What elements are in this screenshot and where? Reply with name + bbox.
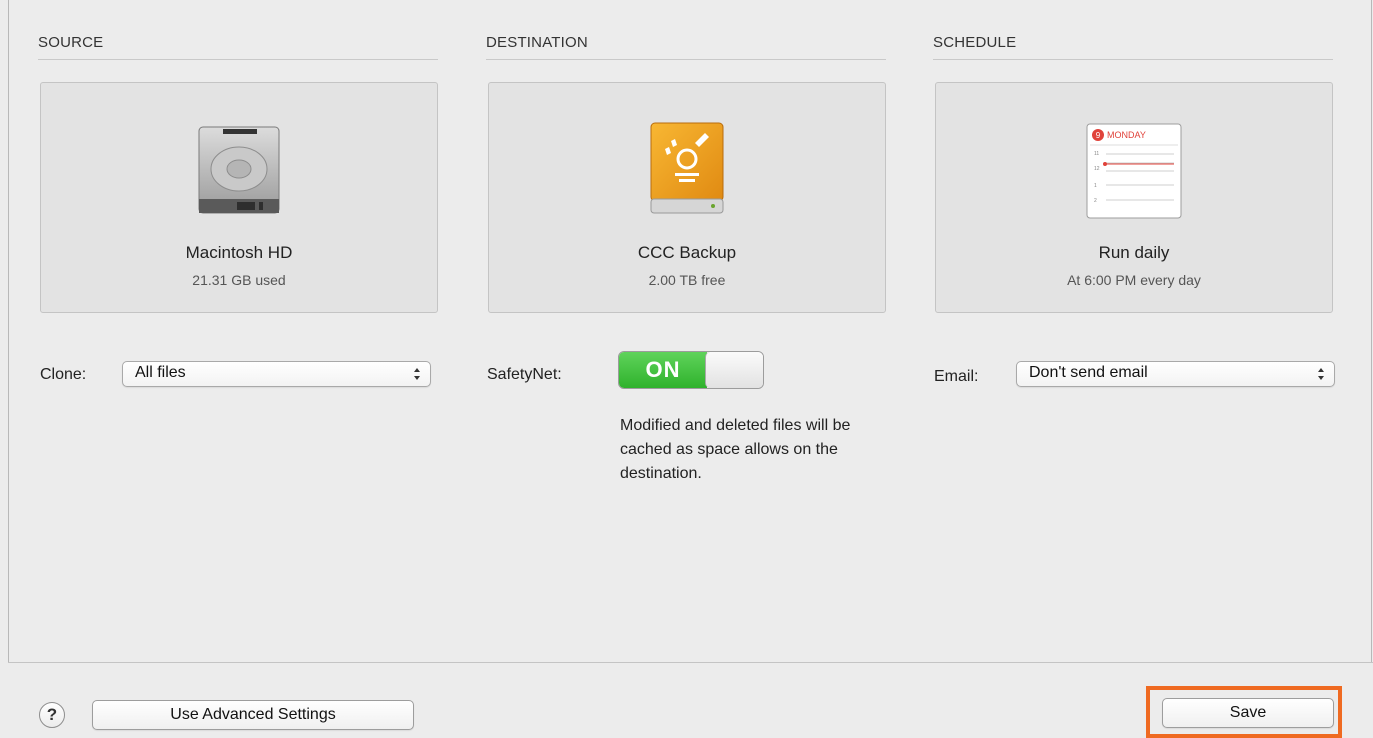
firewire-drive-icon <box>641 119 733 222</box>
clone-popup-value: All files <box>135 364 186 381</box>
email-popup[interactable]: Don't send email <box>1016 361 1335 387</box>
safetynet-description: Modified and deleted files will be cache… <box>620 417 851 482</box>
schedule-detail: At 6:00 PM every day <box>1067 272 1201 288</box>
calendar-icon: 9 MONDAY 11 12 1 2 <box>1086 123 1182 224</box>
destination-section-title: DESTINATION <box>486 34 886 60</box>
clone-label: Clone: <box>40 366 87 383</box>
calendar-date: 9 <box>1096 131 1101 140</box>
destination-name: CCC Backup <box>637 243 737 262</box>
calendar-hour-1: 11 <box>1094 151 1099 157</box>
calendar-hour-4: 2 <box>1094 198 1097 204</box>
calendar-hour-3: 1 <box>1094 183 1097 189</box>
clone-popup[interactable]: All files <box>122 361 431 387</box>
hard-drive-icon <box>193 123 285 220</box>
email-label: Email: <box>934 368 979 385</box>
popup-arrows-icon <box>1318 368 1324 380</box>
email-popup-value: Don't send email <box>1029 364 1148 381</box>
schedule-name: Run daily <box>1098 243 1170 262</box>
schedule-section-title: SCHEDULE <box>933 34 1333 60</box>
source-section-title: SOURCE <box>38 34 438 60</box>
safetynet-label: SafetyNet: <box>487 366 562 383</box>
source-name: Macintosh HD <box>185 243 293 262</box>
footer-divider <box>8 662 1373 663</box>
destination-selector[interactable]: CCC Backup 2.00 TB free <box>488 82 886 313</box>
safetynet-toggle-state: ON <box>619 352 707 388</box>
source-detail: 21.31 GB used <box>192 272 286 288</box>
calendar-hour-2: 12 <box>1094 166 1100 172</box>
schedule-selector[interactable]: 9 MONDAY 11 12 1 2 Run daily At 6:00 PM … <box>935 82 1333 313</box>
toggle-knob[interactable] <box>705 352 763 388</box>
calendar-day: MONDAY <box>1107 130 1146 140</box>
destination-detail: 2.00 TB free <box>648 272 726 288</box>
use-advanced-settings-button[interactable]: Use Advanced Settings <box>92 700 414 730</box>
help-button[interactable]: ? <box>39 702 65 728</box>
safetynet-toggle[interactable]: ON <box>618 351 764 389</box>
save-button[interactable]: Save <box>1162 698 1334 728</box>
popup-arrows-icon <box>414 368 420 380</box>
source-selector[interactable]: Macintosh HD 21.31 GB used <box>40 82 438 313</box>
